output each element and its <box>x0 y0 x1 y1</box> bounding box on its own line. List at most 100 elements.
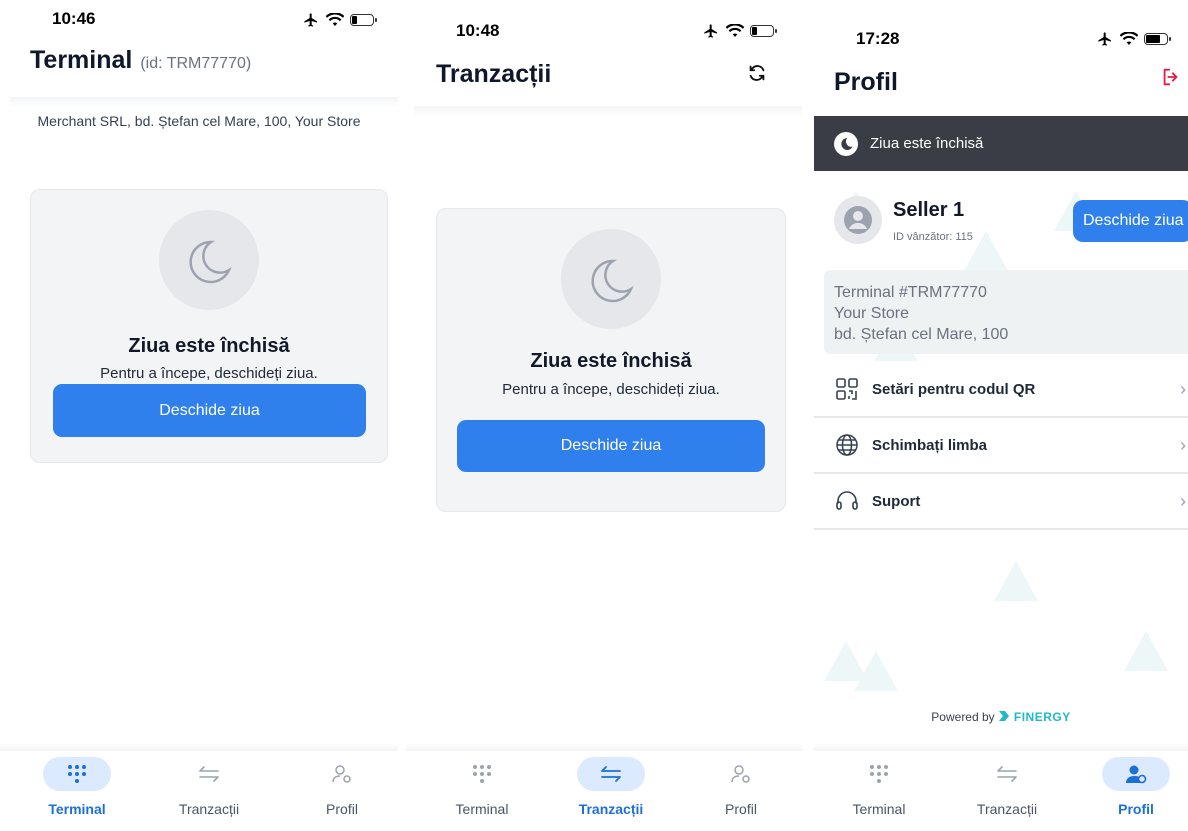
seller-id: ID vânzător: 115 <box>893 231 973 243</box>
logout-icon[interactable] <box>1160 66 1182 93</box>
tabbar-divider <box>814 743 1188 751</box>
globe-icon <box>834 432 860 458</box>
brand-logo: FINERGY <box>998 710 1071 724</box>
status-bar: 17:28 <box>814 0 1188 48</box>
status-time: 17:28 <box>856 29 900 48</box>
banner-text: Ziua este închisă <box>870 135 984 152</box>
tab-label: Terminal <box>455 801 509 817</box>
airplane-icon <box>1098 32 1111 46</box>
wifi-icon <box>326 13 344 26</box>
tab-bar: Terminal Tranzacții Profil <box>0 743 398 831</box>
terminal-info: Terminal #TRM77770 Your Store bd. Ștefan… <box>824 270 1188 354</box>
moon-icon <box>159 210 259 310</box>
menu-item-language[interactable]: Schimbați limba › <box>814 418 1188 474</box>
menu-item-support[interactable]: Suport › <box>814 474 1188 530</box>
tab-transactions[interactable]: Tranzacții <box>149 757 269 827</box>
powered-by-text: Powered by <box>931 710 995 724</box>
terminal-number: Terminal #TRM77770 <box>834 284 987 301</box>
tabbar-divider <box>0 743 398 751</box>
airplane-icon <box>704 24 717 38</box>
open-day-button[interactable]: Deschide ziua <box>1073 200 1188 242</box>
tab-profile[interactable]: Profil <box>282 757 398 827</box>
open-day-button[interactable]: Deschide ziua <box>53 384 366 437</box>
battery-icon <box>1144 33 1171 45</box>
wifi-icon <box>1120 32 1138 45</box>
store-name: Your Store <box>834 305 910 322</box>
header-divider <box>10 97 398 107</box>
chevron-right-icon: › <box>1180 490 1186 511</box>
user-settings-icon <box>707 757 775 791</box>
tab-profile[interactable]: Profil <box>1076 757 1188 827</box>
day-closed-card: Ziua este închisă Pentru a începe, desch… <box>436 208 786 512</box>
card-subtitle: Pentru a începe, deschideți ziua. <box>502 381 720 398</box>
page-title: Terminal (id: TRM77770) <box>30 46 251 75</box>
tab-transactions[interactable]: Tranzacții <box>551 757 671 827</box>
tab-label: Profil <box>725 801 757 817</box>
wifi-icon <box>726 24 744 37</box>
tab-transactions[interactable]: Tranzacții <box>947 757 1067 827</box>
status-time: 10:48 <box>456 21 500 40</box>
moon-icon <box>561 229 661 329</box>
card-title: Ziua este închisă <box>530 350 692 372</box>
tab-bar: Terminal Tranzacții Profil <box>406 743 802 831</box>
terminal-screen: 10:46 Terminal (id: TRM77770) Merchant SR… <box>0 0 398 831</box>
terminal-id: (id: TRM77770) <box>140 55 252 72</box>
avatar <box>834 196 882 244</box>
transfer-arrows-icon <box>973 757 1041 791</box>
refresh-icon[interactable] <box>746 62 768 89</box>
open-day-button[interactable]: Deschide ziua <box>457 420 765 472</box>
tab-bar: Terminal Tranzacții Profil <box>814 743 1188 831</box>
tab-label: Terminal <box>852 801 906 817</box>
keypad-icon <box>845 757 913 791</box>
status-icons <box>1096 31 1171 47</box>
tab-terminal[interactable]: Terminal <box>422 757 542 827</box>
headset-icon <box>834 488 860 514</box>
tab-label: Tranzacții <box>578 801 644 817</box>
transfer-arrows-icon <box>577 757 645 791</box>
chevron-right-icon: › <box>1180 378 1186 399</box>
day-closed-card: Ziua este închisă Pentru a începe, desch… <box>30 189 388 463</box>
menu-item-qr-settings[interactable]: Setări pentru codul QR › <box>814 362 1188 418</box>
powered-by: Powered by FINERGY <box>814 710 1188 724</box>
profile-screen: 17:28 Profil Ziua este închisă Seller 1 … <box>814 0 1188 831</box>
airplane-icon <box>304 13 317 27</box>
tab-label: Tranzacții <box>178 801 240 817</box>
chevron-right-icon: › <box>1180 434 1186 455</box>
keypad-icon <box>43 757 111 791</box>
merchant-info: Merchant SRL, bd. Ștefan cel Mare, 100, … <box>37 113 361 129</box>
header-divider <box>414 106 802 116</box>
tab-label: Tranzacții <box>976 801 1038 817</box>
user-settings-icon <box>1102 757 1170 791</box>
tab-label: Profil <box>1118 801 1154 817</box>
status-time: 10:46 <box>52 9 96 28</box>
qr-code-icon <box>834 376 860 402</box>
transactions-screen: 10:48 Tranzacții Ziua este închisă Pentr… <box>406 0 802 831</box>
menu-label: Setări pentru codul QR <box>872 380 1036 398</box>
status-icons <box>702 23 777 39</box>
tabbar-divider <box>406 743 802 751</box>
store-address: bd. Ștefan cel Mare, 100 <box>834 326 1009 343</box>
user-settings-icon <box>308 757 376 791</box>
tab-label: Profil <box>326 801 358 817</box>
menu-label: Suport <box>872 492 921 510</box>
battery-icon <box>350 14 377 26</box>
page-title-text: Terminal <box>30 46 133 74</box>
seller-name: Seller 1 <box>893 199 965 221</box>
brand-name: FINERGY <box>1013 710 1071 724</box>
status-icons <box>302 12 377 28</box>
tab-terminal[interactable]: Terminal <box>819 757 939 827</box>
moon-icon <box>834 131 858 156</box>
card-title: Ziua este închisă <box>128 335 290 357</box>
page-title: Tranzacții <box>436 60 552 88</box>
page-title: Profil <box>834 68 898 96</box>
status-bar: 10:48 <box>406 0 802 40</box>
card-subtitle: Pentru a începe, deschideți ziua. <box>100 365 318 382</box>
status-bar: 10:46 <box>0 0 398 40</box>
tab-terminal[interactable]: Terminal <box>17 757 137 827</box>
tab-profile[interactable]: Profil <box>681 757 801 827</box>
battery-icon <box>750 25 777 37</box>
transfer-arrows-icon <box>175 757 243 791</box>
menu-label: Schimbați limba <box>872 436 988 454</box>
day-closed-banner: Ziua este închisă <box>814 116 1188 171</box>
keypad-icon <box>448 757 516 791</box>
